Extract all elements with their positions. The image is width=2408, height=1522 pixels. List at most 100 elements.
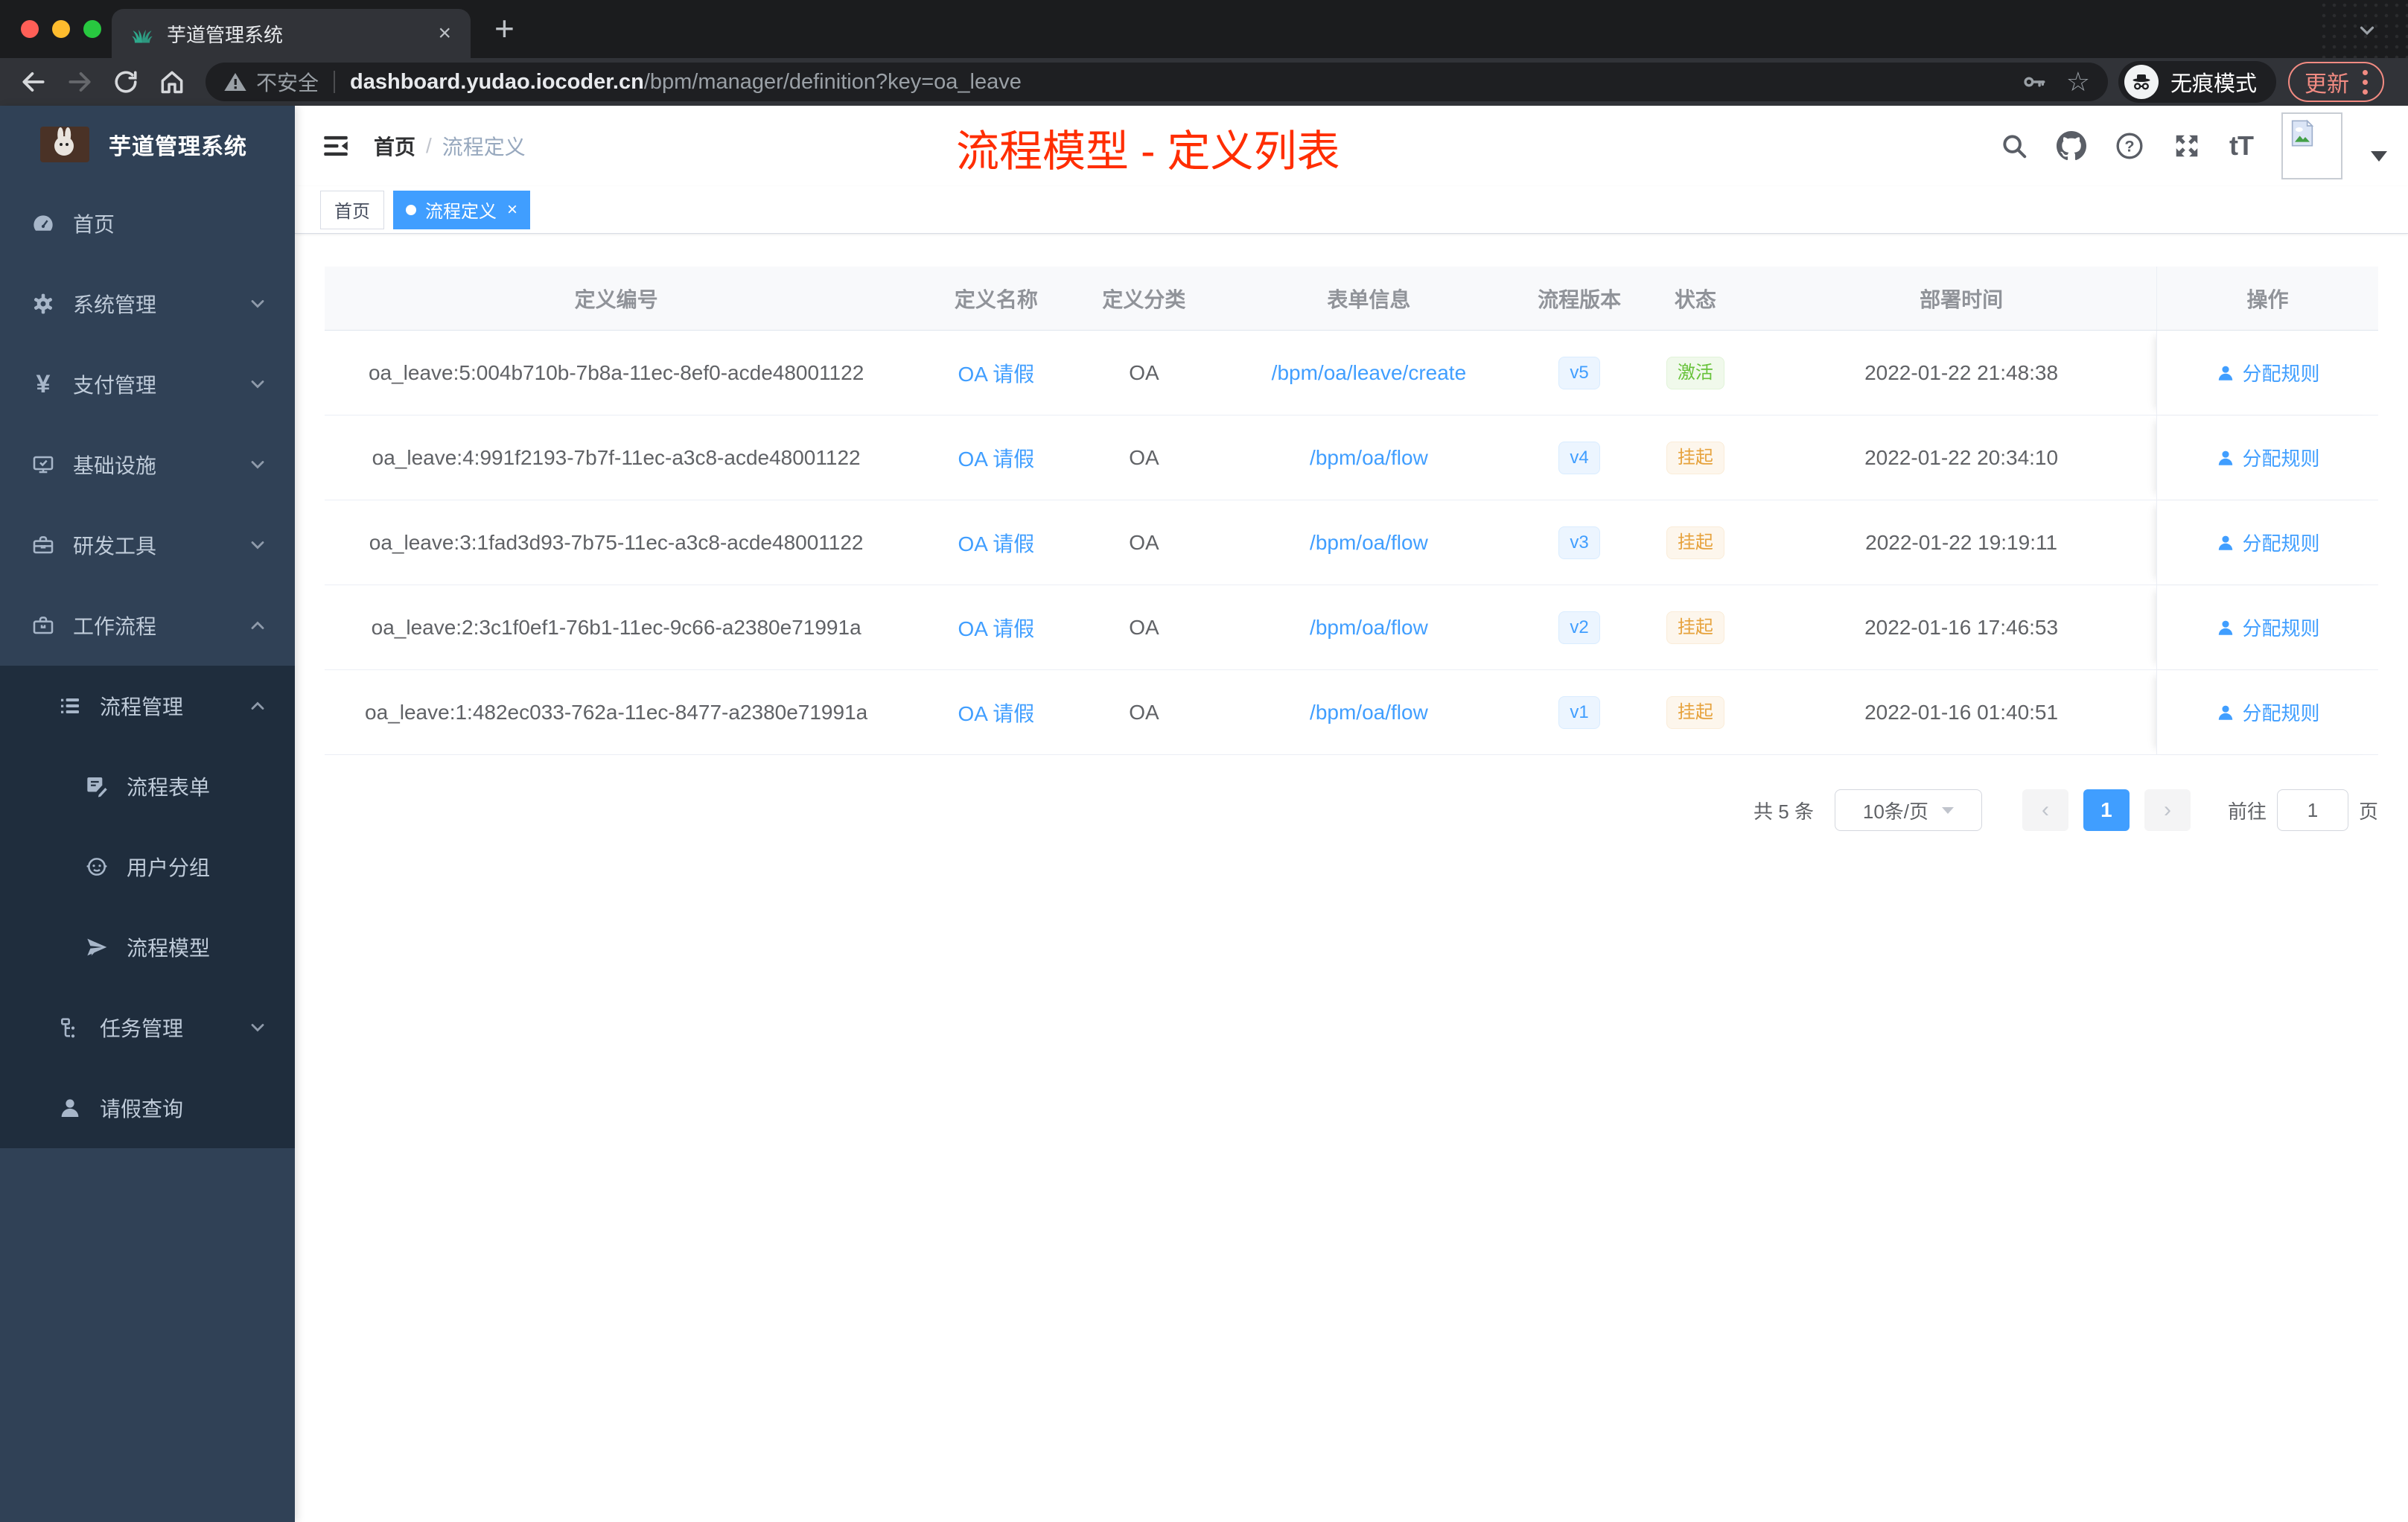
next-page-button[interactable]: › — [2144, 789, 2191, 831]
chevron-up-icon — [247, 615, 268, 636]
chevron-down-icon — [247, 1017, 268, 1038]
form-link[interactable]: /bpm/oa/flow — [1310, 531, 1428, 555]
breadcrumb-current: 流程定义 — [442, 136, 526, 159]
tab-search-chevron-icon[interactable] — [2356, 19, 2378, 42]
sidebar-item-workflow[interactable]: 工作流程 — [0, 585, 295, 666]
update-label: 更新 — [2305, 72, 2349, 97]
definition-name-link[interactable]: OA 请假 — [958, 443, 1035, 473]
sidebar-item-infrastructure[interactable]: 基础设施 — [0, 424, 295, 505]
definition-name-link[interactable]: OA 请假 — [958, 698, 1035, 727]
status-badge: 挂起 — [1666, 526, 1724, 559]
github-icon[interactable] — [2057, 131, 2087, 161]
security-warning-icon[interactable] — [223, 70, 247, 94]
sidebar-item-process-management[interactable]: 流程管理 — [0, 666, 295, 746]
paper-plane-icon — [83, 935, 110, 959]
chevron-up-icon — [247, 695, 268, 716]
avatar-caret-icon[interactable] — [2371, 151, 2387, 162]
window-minimize-button[interactable] — [52, 20, 70, 38]
definition-name-link[interactable]: OA 请假 — [958, 528, 1035, 558]
sidebar-item-leave-query[interactable]: 请假查询 — [0, 1068, 295, 1148]
breadcrumb: 首页 / 流程定义 — [374, 131, 526, 161]
browser-tab[interactable]: 芋道管理系统 × — [112, 9, 471, 58]
page-size-select[interactable]: 10条/页 — [1834, 789, 1982, 831]
sidebar-item-process-model[interactable]: 流程模型 — [0, 907, 295, 987]
sidebar-item-label: 基础设施 — [73, 454, 157, 477]
sidebar-item-task-management[interactable]: 任务管理 — [0, 987, 295, 1068]
chevron-down-icon — [247, 293, 268, 314]
avatar[interactable] — [2281, 112, 2342, 179]
bookmark-star-icon[interactable]: ☆ — [2066, 69, 2090, 95]
version-badge: v4 — [1558, 441, 1600, 474]
new-tab-button[interactable]: + — [494, 10, 515, 46]
column-header: 操作 — [2156, 267, 2378, 330]
url-text[interactable]: dashboard.yudao.iocoder.cn/bpm/manager/d… — [350, 70, 2002, 95]
definition-name-link[interactable]: OA 请假 — [958, 358, 1035, 388]
version-badge: v5 — [1558, 356, 1600, 389]
reload-icon[interactable] — [103, 61, 149, 103]
browser-update-button[interactable]: 更新 — [2288, 62, 2384, 102]
page-title: 流程模型 - 定义列表 — [956, 127, 1340, 176]
toolbox-icon — [30, 533, 57, 557]
sidebar-item-label: 用户分组 — [127, 856, 211, 879]
password-key-icon[interactable] — [2022, 69, 2047, 95]
window-close-button[interactable] — [21, 20, 39, 38]
column-header: 状态 — [1674, 287, 1716, 311]
breadcrumb-home[interactable]: 首页 — [374, 131, 415, 161]
browser-menu-icon[interactable] — [2363, 69, 2368, 95]
tag-home[interactable]: 首页 — [320, 190, 384, 229]
main-content: 定义编号 定义名称 定义分类 表单信息 流程版本 状态 部署时间 操作 oa_l… — [295, 234, 2408, 1522]
version-badge: v1 — [1558, 695, 1600, 729]
form-link[interactable]: /bpm/oa/leave/create — [1272, 361, 1467, 385]
assign-rule-button[interactable]: 分配规则 — [2216, 529, 2320, 556]
tag-close-icon[interactable]: × — [507, 200, 517, 220]
forward-icon[interactable] — [57, 61, 103, 103]
assign-rule-button[interactable]: 分配规则 — [2216, 444, 2320, 471]
sidebar-item-system[interactable]: 系统管理 — [0, 264, 295, 344]
goto-page-input[interactable]: 1 — [2276, 789, 2348, 831]
sidebar-item-payment[interactable]: ¥ 支付管理 — [0, 344, 295, 424]
sidebar-item-devtools[interactable]: 研发工具 — [0, 505, 295, 585]
tag-label: 流程定义 — [425, 202, 497, 222]
window-controls[interactable] — [21, 20, 101, 38]
incognito-icon — [2124, 65, 2159, 99]
version-badge: v3 — [1558, 526, 1600, 559]
prev-page-button[interactable]: ‹ — [2022, 789, 2068, 831]
definition-category: OA — [1129, 360, 1159, 384]
back-icon[interactable] — [10, 61, 57, 103]
tag-process-definition[interactable]: 流程定义 × — [393, 190, 531, 229]
form-link[interactable]: /bpm/oa/flow — [1310, 446, 1428, 470]
browser-toolbar: 不安全 dashboard.yudao.iocoder.cn/bpm/manag… — [0, 58, 2408, 106]
sidebar-item-home[interactable]: 首页 — [0, 183, 295, 264]
form-link[interactable]: /bpm/oa/flow — [1310, 701, 1428, 725]
assign-rule-button[interactable]: 分配规则 — [2216, 359, 2320, 386]
sidebar-logo[interactable]: 芋道管理系统 — [0, 106, 295, 183]
help-icon[interactable]: ? — [2115, 131, 2144, 161]
sidebar-item-user-group[interactable]: 用户分组 — [0, 827, 295, 907]
definition-name-link[interactable]: OA 请假 — [958, 613, 1035, 643]
tab-close-icon[interactable]: × — [438, 21, 451, 46]
table-row: oa_leave:3:1fad3d93-7b75-11ec-a3c8-acde4… — [325, 500, 2378, 585]
status-badge: 挂起 — [1666, 611, 1724, 644]
hamburger-icon[interactable] — [320, 130, 351, 162]
assign-rule-button[interactable]: 分配规则 — [2216, 614, 2320, 641]
sidebar-item-process-form[interactable]: 流程表单 — [0, 746, 295, 827]
current-page-button[interactable]: 1 — [2083, 789, 2130, 831]
form-link[interactable]: /bpm/oa/flow — [1310, 616, 1428, 640]
definition-category: OA — [1129, 615, 1159, 639]
user-icon — [2218, 535, 2232, 550]
window-zoom-button[interactable] — [83, 20, 101, 38]
definition-id: oa_leave:4:991f2193-7b7f-11ec-a3c8-acde4… — [372, 445, 861, 469]
user-icon — [57, 1096, 83, 1120]
font-size-icon[interactable]: tT — [2229, 130, 2254, 162]
home-icon[interactable] — [149, 61, 195, 103]
fullscreen-icon[interactable] — [2173, 132, 2201, 160]
definition-category: OA — [1129, 700, 1159, 724]
table-row: oa_leave:4:991f2193-7b7f-11ec-a3c8-acde4… — [325, 415, 2378, 500]
tab-title: 芋道管理系统 — [167, 23, 284, 46]
address-bar[interactable]: 不安全 dashboard.yudao.iocoder.cn/bpm/manag… — [206, 63, 2108, 101]
user-icon — [2218, 620, 2232, 635]
assign-rule-button[interactable]: 分配规则 — [2216, 698, 2320, 726]
definition-category: OA — [1129, 530, 1159, 554]
table-header-row: 定义编号 定义名称 定义分类 表单信息 流程版本 状态 部署时间 操作 — [325, 267, 2378, 331]
search-icon[interactable] — [2000, 132, 2028, 160]
